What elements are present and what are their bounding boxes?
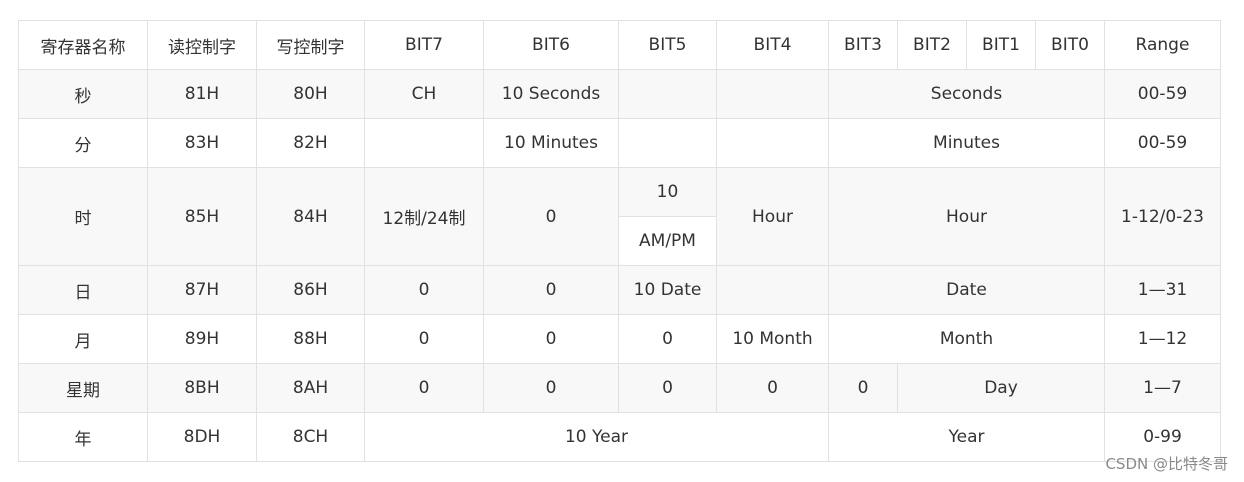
- table-row-month: 月 89H 88H 0 0 0 10 Month Month 1—12: [18, 314, 1221, 364]
- low-bits-cell: Month: [828, 314, 1105, 364]
- range-cell: 1—7: [1104, 363, 1221, 413]
- header-cell: 读控制字: [147, 20, 257, 70]
- bit4-cell: [716, 118, 829, 168]
- header-cell: BIT4: [716, 20, 829, 70]
- bit5-cell: 0: [618, 363, 717, 413]
- read-control-word: 85H: [147, 167, 257, 266]
- bit4-cell: 0: [716, 363, 829, 413]
- table-row-seconds: 秒 81H 80H CH 10 Seconds Seconds 00-59: [18, 69, 1221, 119]
- bit5-cell: 0: [618, 314, 717, 364]
- bit6-cell: 0: [483, 363, 619, 413]
- read-control-word: 89H: [147, 314, 257, 364]
- bit3-cell: 0: [828, 363, 898, 413]
- bit5-cell: [618, 118, 717, 168]
- table-row-date: 日 87H 86H 0 0 10 Date Date 1—31: [18, 265, 1221, 315]
- write-control-word: 80H: [256, 69, 365, 119]
- header-cell: BIT7: [364, 20, 484, 70]
- low-bits-cell: Seconds: [828, 69, 1105, 119]
- bit5-cell: [618, 69, 717, 119]
- write-control-word: 84H: [256, 167, 365, 266]
- low-bits-cell: Year: [828, 412, 1105, 462]
- register-name: 分: [18, 118, 148, 168]
- bit6-cell: 0: [483, 314, 619, 364]
- bit7-cell: [364, 118, 484, 168]
- bit7-cell: 0: [364, 363, 484, 413]
- low-bits-cell: Hour: [828, 167, 1105, 266]
- header-cell: BIT1: [966, 20, 1036, 70]
- range-cell: 1—31: [1104, 265, 1221, 315]
- low-bits-cell: Minutes: [828, 118, 1105, 168]
- watermark: CSDN @比特冬哥: [1105, 455, 1228, 473]
- bit7-cell: CH: [364, 69, 484, 119]
- read-control-word: 87H: [147, 265, 257, 315]
- read-control-word: 81H: [147, 69, 257, 119]
- register-name: 秒: [18, 69, 148, 119]
- write-control-word: 82H: [256, 118, 365, 168]
- register-name: 月: [18, 314, 148, 364]
- high-bits-cell: 10 Year: [364, 412, 829, 462]
- read-control-word: 83H: [147, 118, 257, 168]
- bit7-cell: 12制/24制: [364, 167, 484, 266]
- register-name: 日: [18, 265, 148, 315]
- table-row-minutes: 分 83H 82H 10 Minutes Minutes 00-59: [18, 118, 1221, 168]
- header-cell: BIT5: [618, 20, 717, 70]
- low-bits-cell: Date: [828, 265, 1105, 315]
- header-cell: BIT0: [1035, 20, 1105, 70]
- bit6-cell: 10 Seconds: [483, 69, 619, 119]
- bit6-cell: 0: [483, 265, 619, 315]
- bit6-cell: 10 Minutes: [483, 118, 619, 168]
- range-cell: 1-12/0-23: [1104, 167, 1221, 266]
- range-cell: 00-59: [1104, 69, 1221, 119]
- bit4-cell: 10 Month: [716, 314, 829, 364]
- header-cell: Range: [1104, 20, 1221, 70]
- table-row-year: 年 8DH 8CH 10 Year Year 0-99: [18, 412, 1221, 462]
- header-cell: 寄存器名称: [18, 20, 148, 70]
- bit5-cell: 10 Date: [618, 265, 717, 315]
- register-table: 寄存器名称 读控制字 写控制字 BIT7 BIT6 BIT5 BIT4 BIT3…: [18, 20, 1221, 462]
- write-control-word: 8AH: [256, 363, 365, 413]
- register-name: 年: [18, 412, 148, 462]
- register-name: 星期: [18, 363, 148, 413]
- read-control-word: 8BH: [147, 363, 257, 413]
- header-cell: BIT3: [828, 20, 898, 70]
- bit5-bottom-cell: AM/PM: [618, 216, 717, 266]
- header-cell: BIT6: [483, 20, 619, 70]
- bit7-cell: 0: [364, 265, 484, 315]
- bit4-cell: [716, 69, 829, 119]
- read-control-word: 8DH: [147, 412, 257, 462]
- low-bits-cell: Day: [897, 363, 1105, 413]
- table-row-hour: 时 85H 84H 12制/24制 0 10 Hour Hour 1-12/0-…: [18, 167, 1221, 266]
- table-row-weekday: 星期 8BH 8AH 0 0 0 0 0 Day 1—7: [18, 363, 1221, 413]
- bit5-top-cell: 10: [618, 167, 717, 217]
- bit6-cell: 0: [483, 167, 619, 266]
- write-control-word: 8CH: [256, 412, 365, 462]
- write-control-word: 86H: [256, 265, 365, 315]
- header-cell: 写控制字: [256, 20, 365, 70]
- bit4-cell: Hour: [716, 167, 829, 266]
- header-cell: BIT2: [897, 20, 967, 70]
- bit4-cell: [716, 265, 829, 315]
- header-row: 寄存器名称 读控制字 写控制字 BIT7 BIT6 BIT5 BIT4 BIT3…: [18, 20, 1221, 70]
- register-name: 时: [18, 167, 148, 266]
- bit7-cell: 0: [364, 314, 484, 364]
- write-control-word: 88H: [256, 314, 365, 364]
- range-cell: 00-59: [1104, 118, 1221, 168]
- range-cell: 1—12: [1104, 314, 1221, 364]
